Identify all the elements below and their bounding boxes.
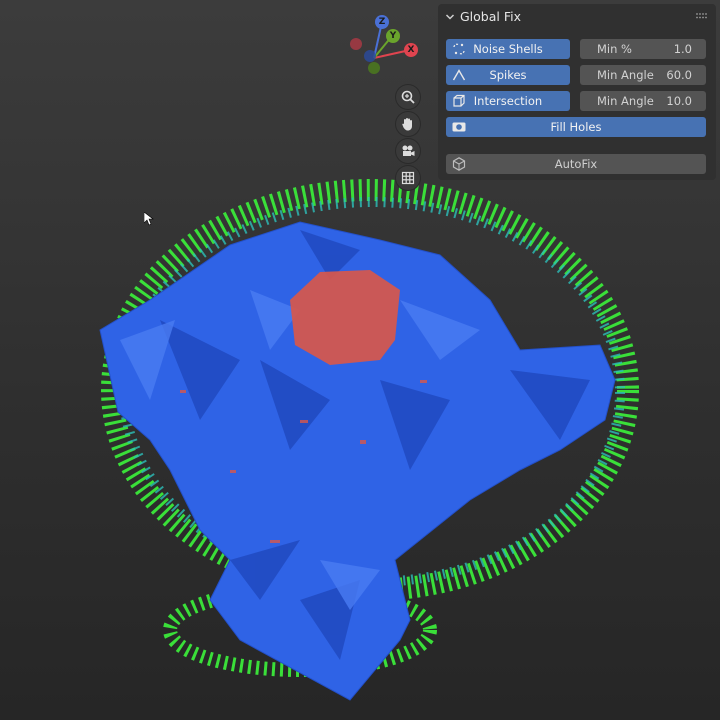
drag-grip-icon[interactable] xyxy=(696,13,708,19)
autofix-label: AutoFix xyxy=(554,157,598,171)
panel-title: Global Fix xyxy=(460,9,521,24)
fill-holes-button[interactable]: Fill Holes xyxy=(446,117,706,137)
axis-z[interactable]: Z xyxy=(375,15,389,29)
axis-neg-z[interactable] xyxy=(364,50,376,62)
axis-neg-y[interactable] xyxy=(368,62,380,74)
fill-holes-icon xyxy=(452,122,466,132)
zoom-icon xyxy=(401,90,415,104)
noise-shells-min-field[interactable]: Min % 1.0 xyxy=(580,39,706,59)
noise-shells-button[interactable]: Noise Shells xyxy=(446,39,570,59)
field-label: Min % xyxy=(597,42,632,56)
spikes-icon xyxy=(452,69,466,81)
spikes-label: Spikes xyxy=(489,68,527,82)
navigation-gizmo[interactable]: Z Y X xyxy=(346,14,418,86)
intersection-label: Intersection xyxy=(473,94,543,108)
field-value: 60.0 xyxy=(666,68,692,82)
panel-header[interactable]: Global Fix xyxy=(438,4,716,30)
autofix-icon xyxy=(452,157,466,171)
global-fix-panel: Global Fix Noise Shells Min % 1.0 Spikes… xyxy=(438,4,716,180)
fill-holes-label: Fill Holes xyxy=(550,120,602,134)
zoom-button[interactable] xyxy=(396,85,420,109)
intersection-min-angle-field[interactable]: Min Angle 10.0 xyxy=(580,91,706,111)
intersection-icon xyxy=(453,94,465,107)
camera-icon xyxy=(402,145,415,156)
field-label: Min Angle xyxy=(597,94,654,108)
spikes-button[interactable]: Spikes xyxy=(446,65,570,85)
field-value: 10.0 xyxy=(666,94,692,108)
axis-y[interactable]: Y xyxy=(386,29,400,43)
intersection-button[interactable]: Intersection xyxy=(446,91,570,111)
pan-button[interactable] xyxy=(396,112,420,136)
noise-shells-icon xyxy=(453,43,465,55)
axis-neg-x[interactable] xyxy=(350,38,362,50)
mouse-cursor xyxy=(144,212,154,226)
hand-icon xyxy=(402,118,412,131)
noise-shells-label: Noise Shells xyxy=(473,42,543,56)
axis-x[interactable]: X xyxy=(404,43,418,57)
chevron-down-icon[interactable] xyxy=(445,12,455,22)
field-label: Min Angle xyxy=(597,68,654,82)
autofix-button[interactable]: AutoFix xyxy=(446,154,706,174)
grid-icon xyxy=(401,171,415,185)
ortho-toggle-button[interactable] xyxy=(396,166,420,190)
spikes-min-angle-field[interactable]: Min Angle 60.0 xyxy=(580,65,706,85)
camera-button[interactable] xyxy=(396,139,420,163)
field-value: 1.0 xyxy=(673,42,692,56)
